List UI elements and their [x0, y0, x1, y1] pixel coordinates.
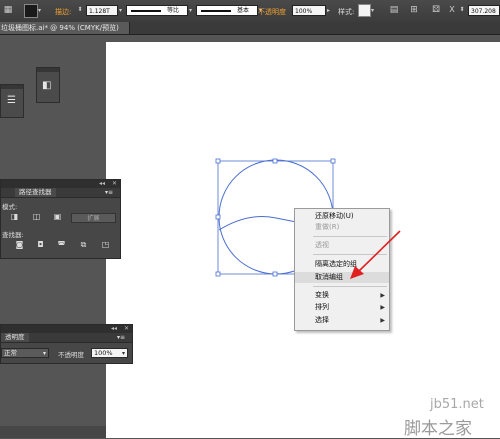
menu-separator	[313, 254, 387, 255]
pathfinder-panel: ◂◂ ✕ 路径查找器 ▾≡ 模式: ◨ ◫ ▣ 扩展 查找器: ◙ ◘ ◚ ⧉ …	[0, 179, 121, 259]
blend-mode-select[interactable]: 正常 ▾	[1, 348, 49, 358]
context-menu: 还原移动(U) 重做(R) 透视 隔离选定的组 取消编组 变换 ▶ 排列 ▶ 选…	[294, 208, 390, 331]
transparency-panel: ◂◂ ✕ 透明度 ▾≡ 正常 ▾ 不透明度 100% ▾	[0, 324, 133, 364]
collapsed-panel-appearance[interactable]: ◧	[36, 67, 60, 103]
collapse-icon[interactable]: ◂◂	[111, 325, 117, 332]
menu-item-redo[interactable]: 重做(R)	[295, 222, 389, 233]
menu-separator	[313, 236, 387, 237]
pathfinders-label: 查找器:	[2, 231, 24, 239]
expand-button[interactable]: 扩展	[71, 213, 116, 223]
merge-icon[interactable]: ◘	[36, 240, 45, 249]
blend-mode-value: 正常	[4, 349, 17, 357]
opacity-value: 100%	[94, 349, 113, 357]
opacity-label: 不透明度	[58, 351, 84, 359]
tab-transparency[interactable]: 透明度	[1, 333, 29, 342]
handle-top-left	[215, 158, 221, 164]
menu-lines-icon[interactable]: ☰	[7, 95, 16, 106]
menu-item-perspective[interactable]: 透视	[295, 240, 389, 251]
handle-bottom-left	[215, 271, 221, 277]
submenu-arrow-icon: ▶	[380, 304, 385, 311]
exclude-icon[interactable]: ▣	[53, 212, 62, 221]
tab-pathfinder[interactable]: 路径查找器	[15, 188, 56, 197]
menu-item-transform-label: 变换	[315, 291, 329, 299]
submenu-arrow-icon: ▶	[380, 292, 385, 299]
menu-separator	[313, 286, 387, 287]
panel-menu-icon[interactable]: ▾≡	[113, 333, 129, 342]
handle-bottom	[272, 271, 278, 277]
outline-icon[interactable]: ⧉	[79, 240, 88, 249]
chevron-down-icon: ▾	[121, 350, 125, 357]
close-icon[interactable]: ✕	[112, 180, 117, 187]
panel-tab-row: 路径查找器 ▾≡	[1, 188, 120, 198]
panel-tab-row: 透明度 ▾≡	[1, 333, 132, 343]
menu-item-isolate-group[interactable]: 隔离选定的组	[295, 259, 389, 270]
menu-item-select-label: 选择	[315, 316, 329, 324]
crop-icon[interactable]: ◚	[57, 240, 66, 249]
handle-top	[272, 158, 278, 164]
menu-item-ungroup[interactable]: 取消编组	[295, 272, 389, 283]
trim-icon[interactable]: ◙	[15, 240, 24, 249]
handle-top-right	[330, 158, 336, 164]
watermark-url: jb51.net	[430, 397, 484, 412]
menu-item-select[interactable]: 选择 ▶	[295, 315, 389, 326]
menu-item-undo-move[interactable]: 还原移动(U)	[295, 211, 389, 222]
handle-left	[215, 214, 221, 220]
chevron-down-icon: ▾	[42, 350, 46, 357]
panel-grip[interactable]	[1, 85, 23, 89]
collapsed-panel-layers[interactable]: ☰	[0, 84, 24, 118]
watermark-logo-text: 脚本之家	[404, 419, 472, 439]
intersect-icon[interactable]: ◫	[32, 212, 41, 221]
close-icon[interactable]: ✕	[124, 325, 129, 332]
minus-back-icon[interactable]: ◳	[101, 240, 110, 249]
menu-item-arrange[interactable]: 排列 ▶	[295, 302, 389, 313]
panel-grip[interactable]	[37, 68, 59, 72]
shape-modes-label: 模式:	[2, 203, 18, 211]
panel-title-bar[interactable]: ◂◂ ✕	[1, 180, 120, 188]
opacity-field[interactable]: 100% ▾	[91, 348, 128, 358]
minus-front-icon[interactable]: ◨	[10, 212, 19, 221]
panel-menu-icon[interactable]: ▾≡	[101, 188, 117, 197]
collapse-icon[interactable]: ◂◂	[99, 180, 105, 187]
submenu-arrow-icon: ▶	[380, 317, 385, 324]
appearance-icon[interactable]: ◧	[42, 80, 51, 91]
menu-item-arrange-label: 排列	[315, 303, 329, 311]
menu-item-transform[interactable]: 变换 ▶	[295, 290, 389, 301]
panel-title-bar[interactable]: ◂◂ ✕	[1, 325, 132, 333]
